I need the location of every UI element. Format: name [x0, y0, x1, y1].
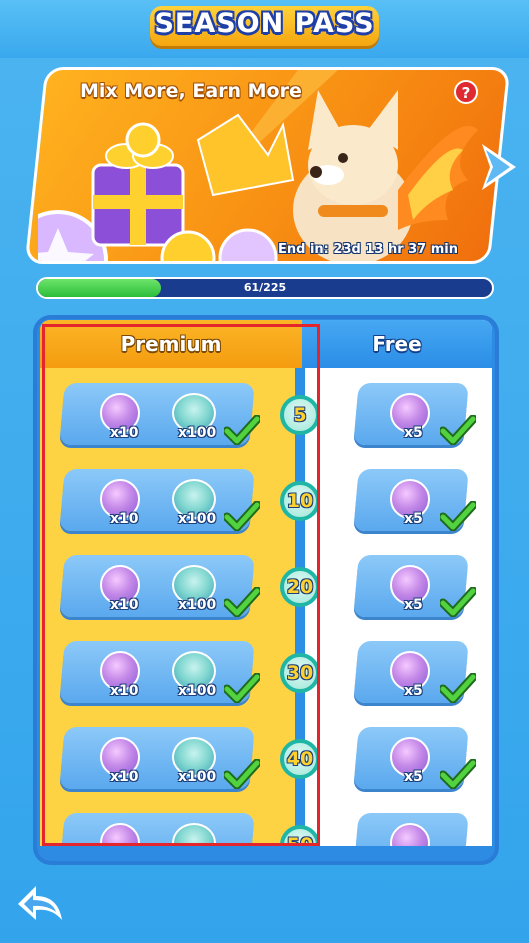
chevron-right-icon	[482, 144, 516, 190]
checkmark-icon	[438, 758, 478, 790]
banner-title: Mix More, Earn More	[80, 80, 302, 102]
season-banner: Mix More, Earn More ? End in: 23d 13 hr …	[24, 67, 511, 264]
reward-quantity: x5	[404, 769, 423, 785]
back-button[interactable]	[14, 880, 66, 926]
premium-highlight-box	[42, 324, 320, 846]
season-progress-bar: 61/225	[36, 277, 494, 299]
question-icon: ?	[461, 84, 471, 102]
help-button[interactable]: ?	[454, 80, 478, 104]
page-title: SEASON PASS	[154, 8, 375, 39]
checkmark-icon	[438, 672, 478, 704]
free-label: Free	[372, 332, 422, 356]
checkmark-icon	[438, 414, 478, 446]
reward-quantity: x5	[404, 511, 423, 527]
banner-art: Mix More, Earn More ? End in: 23d 13 hr …	[38, 70, 497, 264]
reward-quantity: x5	[404, 683, 423, 699]
checkmark-icon	[438, 500, 478, 532]
season-timer: End in: 23d 13 hr 37 min	[278, 242, 459, 257]
progress-text: 61/225	[243, 281, 287, 294]
reward-quantity: x5	[404, 597, 423, 613]
checkmark-icon	[438, 586, 478, 618]
back-arrow-icon	[18, 886, 62, 920]
reward-quantity: x5	[404, 425, 423, 441]
next-banner-button[interactable]	[476, 140, 520, 194]
free-header: Free	[302, 320, 492, 368]
